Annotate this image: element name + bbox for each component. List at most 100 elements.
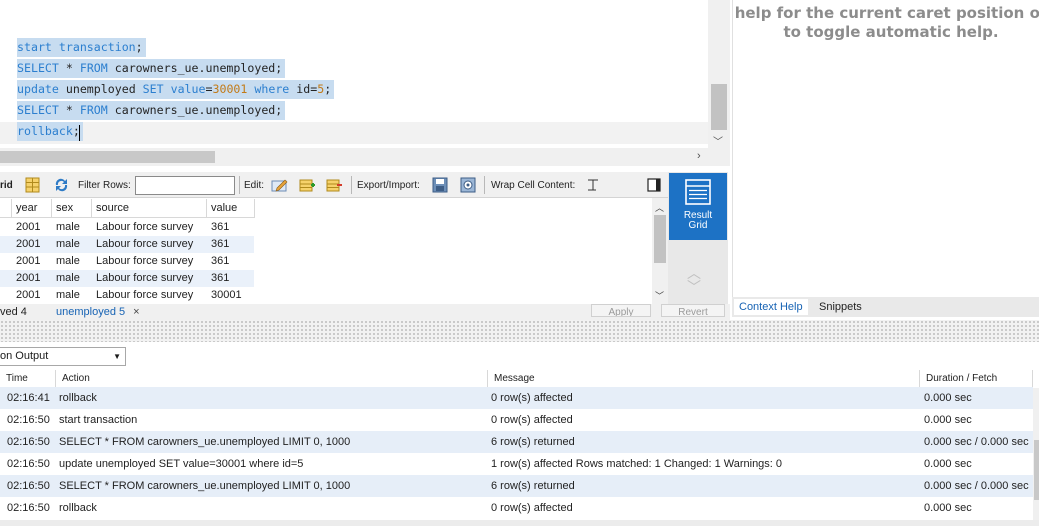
side-panel-scroll-icon[interactable]: ︿ ﹀	[687, 266, 701, 294]
output-row[interactable]: 02:16:50 SELECT * FROM carowners_ue.unem…	[0, 475, 1033, 497]
code-line-3[interactable]: update unemployed SET value=30001 where …	[17, 80, 335, 99]
result-grid-button[interactable]: Result Grid	[669, 173, 727, 240]
output-duration: 0.000 sec	[924, 458, 972, 470]
output-row[interactable]: 02:16:50 SELECT * FROM carowners_ue.unem…	[0, 431, 1033, 453]
tab-snippets[interactable]: Snippets	[814, 299, 867, 315]
tab-result-previous[interactable]: ved 4	[0, 305, 27, 319]
output-duration: 0.000 sec	[924, 392, 972, 404]
code-token: id=	[289, 82, 318, 96]
panel-splitter[interactable]	[0, 320, 1039, 342]
cell-value[interactable]: 361	[211, 236, 229, 253]
column-header-duration[interactable]: Duration / Fetch	[920, 370, 1033, 388]
sql-editor[interactable]: start transaction; SELECT * FROM carowne…	[0, 0, 730, 148]
output-message: 6 row(s) returned	[491, 480, 575, 492]
cell-source[interactable]: Labour force survey	[96, 287, 193, 304]
text-caret	[79, 125, 80, 141]
cell-source[interactable]: Labour force survey	[96, 270, 193, 287]
apply-button[interactable]: Apply	[591, 304, 651, 317]
column-header-year[interactable]: year	[12, 199, 52, 218]
output-type-select[interactable]: on Output ▼	[0, 347, 126, 366]
edit-row-icon[interactable]	[271, 177, 288, 193]
output-duration: 0.000 sec	[924, 502, 972, 514]
editor-horizontal-scroll-thumb[interactable]	[0, 151, 215, 163]
insert-row-icon[interactable]	[299, 177, 316, 193]
close-tab-icon[interactable]: ×	[133, 306, 139, 318]
column-header-message[interactable]: Message	[488, 370, 920, 388]
cell-sex[interactable]: male	[56, 219, 80, 236]
code-line-1[interactable]: start transaction;	[17, 38, 146, 57]
toolbar-divider	[351, 176, 352, 194]
code-token: 30001	[212, 82, 248, 96]
column-header-time[interactable]: Time	[0, 370, 56, 388]
filter-rows-input[interactable]	[135, 176, 235, 195]
tab-context-help[interactable]: Context Help	[734, 299, 808, 315]
code-line-5[interactable]: rollback;	[17, 122, 83, 141]
code-token: unemployed	[58, 82, 143, 96]
code-line-2[interactable]: SELECT * FROM carowners_ue.unemployed;	[17, 59, 286, 78]
output-action: SELECT * FROM carowners_ue.unemployed LI…	[59, 480, 351, 492]
output-time: 02:16:50	[7, 502, 50, 514]
table-row[interactable]: 2001 male Labour force survey 30001	[0, 287, 254, 304]
cell-year[interactable]: 2001	[16, 253, 40, 270]
cell-value[interactable]: 361	[211, 219, 229, 236]
cell-source[interactable]: Labour force survey	[96, 219, 193, 236]
table-row[interactable]: 2001 male Labour force survey 361	[0, 236, 254, 253]
cell-sex[interactable]: male	[56, 270, 80, 287]
refresh-icon[interactable]	[53, 177, 70, 193]
column-header-action[interactable]: Action	[56, 370, 488, 388]
cell-value[interactable]: 361	[211, 270, 229, 287]
scroll-right-arrow-icon[interactable]: ›	[697, 150, 701, 162]
cell-sex[interactable]: male	[56, 236, 80, 253]
grid-vertical-scroll-thumb[interactable]	[654, 215, 666, 263]
output-time: 02:16:50	[7, 480, 50, 492]
column-header-source[interactable]: source	[92, 199, 207, 218]
toggle-panel-icon[interactable]	[646, 177, 663, 193]
cell-year[interactable]: 2001	[16, 236, 40, 253]
output-action: update unemployed SET value=30001 where …	[59, 458, 304, 470]
output-row[interactable]: 02:16:50 rollback 0 row(s) affected 0.00…	[0, 497, 1033, 519]
grid-view-icon[interactable]	[24, 177, 41, 193]
cell-source[interactable]: Labour force survey	[96, 236, 193, 253]
output-vertical-scroll-thumb[interactable]	[1034, 440, 1039, 500]
table-row[interactable]: 2001 male Labour force survey 361	[0, 270, 254, 287]
help-text-line-2: to toggle automatic help.	[783, 23, 999, 41]
import-icon[interactable]	[460, 177, 477, 193]
tab-result-unemployed[interactable]: unemployed 5 ×	[56, 305, 140, 319]
cell-year[interactable]: 2001	[16, 270, 40, 287]
cell-value[interactable]: 361	[211, 253, 229, 270]
table-row[interactable]: 2001 male Labour force survey 361	[0, 253, 254, 270]
cell-sex[interactable]: male	[56, 253, 80, 270]
export-icon[interactable]	[432, 177, 449, 193]
table-row[interactable]: 2001 male Labour force survey 361	[0, 219, 254, 236]
row-header-corner	[0, 199, 12, 218]
scroll-down-arrow-icon[interactable]: ﹀	[713, 133, 723, 148]
editor-vertical-scroll-thumb[interactable]	[711, 84, 727, 130]
delete-row-icon[interactable]	[326, 177, 343, 193]
scroll-up-arrow-icon[interactable]: ︿	[655, 201, 664, 214]
output-duration: 0.000 sec / 0.000 sec	[924, 436, 1029, 448]
cell-year[interactable]: 2001	[16, 219, 40, 236]
code-line-4[interactable]: SELECT * FROM carowners_ue.unemployed;	[17, 101, 286, 120]
output-row[interactable]: 02:16:41 rollback 0 row(s) affected 0.00…	[0, 387, 1033, 409]
cell-source[interactable]: Labour force survey	[96, 253, 193, 270]
cell-value[interactable]: 30001	[211, 287, 242, 304]
output-type-value: on Output	[0, 350, 49, 362]
column-header-value[interactable]: value	[207, 199, 255, 218]
output-row[interactable]: 02:16:50 start transaction 0 row(s) affe…	[0, 409, 1033, 431]
revert-button[interactable]: Revert	[661, 304, 725, 317]
cell-sex[interactable]: male	[56, 287, 80, 304]
code-token: FROM	[79, 61, 108, 75]
output-time: 02:16:50	[7, 458, 50, 470]
wrap-text-icon[interactable]	[585, 177, 602, 193]
output-message: 1 row(s) affected Rows matched: 1 Change…	[491, 458, 783, 470]
code-token: carowners_ue.unemployed;	[107, 103, 283, 117]
edit-label: Edit:	[244, 180, 265, 191]
cell-year[interactable]: 2001	[16, 287, 40, 304]
column-header-sex[interactable]: sex	[52, 199, 92, 218]
output-action: SELECT * FROM carowners_ue.unemployed LI…	[59, 436, 351, 448]
result-grid-label-2: Grid	[688, 220, 708, 231]
scroll-down-arrow-icon[interactable]: ﹀	[655, 289, 664, 302]
code-token: carowners_ue.unemployed;	[107, 61, 283, 75]
output-row[interactable]: 02:16:50 update unemployed SET value=300…	[0, 453, 1033, 475]
code-token: value	[170, 82, 206, 96]
